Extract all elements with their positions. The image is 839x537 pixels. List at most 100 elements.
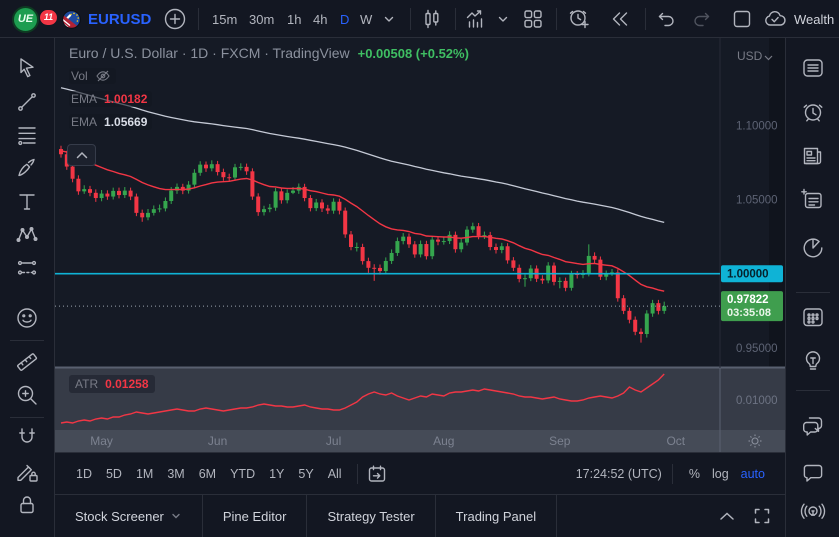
range-6m[interactable]: 6M bbox=[192, 463, 223, 485]
symbol-description[interactable]: Euro / U.S. Dollar · 1D · FXCM · Trading… bbox=[69, 45, 350, 61]
calendar-icon[interactable] bbox=[796, 300, 830, 334]
eye-off-icon[interactable] bbox=[95, 69, 111, 83]
watchlist-icon[interactable] bbox=[796, 51, 830, 85]
rail-divider bbox=[796, 390, 830, 391]
volume-legend-row[interactable]: Vol bbox=[69, 68, 116, 84]
bar-replay-icon[interactable] bbox=[608, 0, 632, 38]
tab-strategy-tester[interactable]: Strategy Tester bbox=[307, 495, 436, 537]
lock-all-drawings-icon[interactable] bbox=[10, 488, 44, 522]
indicators-icon[interactable] bbox=[464, 0, 488, 38]
brush-tool-icon[interactable] bbox=[10, 151, 44, 185]
ema-fast-value: 1.00182 bbox=[104, 92, 148, 106]
tab-pine-editor[interactable]: Pine Editor bbox=[203, 495, 308, 537]
ema-fast-label: EMA bbox=[71, 92, 98, 106]
range-1d[interactable]: 1D bbox=[69, 463, 99, 485]
symbol-button[interactable]: EURUSD bbox=[62, 0, 151, 38]
auto-scale-toggle[interactable]: auto bbox=[735, 464, 771, 484]
timeframe-30m[interactable]: 30m bbox=[249, 0, 274, 38]
alerts-icon[interactable] bbox=[796, 95, 830, 129]
undo-icon[interactable] bbox=[654, 0, 678, 38]
rail-divider bbox=[10, 340, 44, 341]
range-1y[interactable]: 1Y bbox=[262, 463, 291, 485]
fullscreen-icon[interactable] bbox=[753, 507, 771, 525]
svg-text:May: May bbox=[90, 434, 113, 448]
tab-strategy-tester-label: Strategy Tester bbox=[327, 508, 415, 524]
legend-title-row[interactable]: Euro / U.S. Dollar · 1D · FXCM · Trading… bbox=[69, 45, 469, 61]
svg-text:1.05000: 1.05000 bbox=[736, 195, 778, 207]
range-5d[interactable]: 5D bbox=[99, 463, 129, 485]
measure-ruler-icon[interactable] bbox=[10, 345, 44, 379]
ideas-lightbulb-icon[interactable] bbox=[796, 343, 830, 377]
tab-trading-panel[interactable]: Trading Panel bbox=[436, 495, 558, 537]
public-chats-icon[interactable] bbox=[796, 408, 830, 442]
tab-trading-panel-label: Trading Panel bbox=[455, 508, 537, 524]
symbol-name[interactable]: EURUSD bbox=[88, 11, 151, 28]
tab-stock-screener[interactable]: Stock Screener bbox=[55, 495, 203, 537]
xabcd-pattern-tool-icon[interactable] bbox=[10, 218, 44, 252]
text-tool-icon[interactable] bbox=[10, 185, 44, 219]
layout-grid-icon[interactable] bbox=[521, 0, 545, 38]
svg-text:Sep: Sep bbox=[549, 434, 571, 448]
range-ytd[interactable]: YTD bbox=[223, 463, 262, 485]
change-value: +0.00508 (+0.52%) bbox=[357, 45, 469, 61]
tradingview-app: UE 11 EURUSD 15m 30m 1h 4h D W Wealth US… bbox=[0, 0, 839, 537]
chevron-down-icon bbox=[170, 510, 182, 522]
tab-stock-screener-label: Stock Screener bbox=[75, 508, 164, 524]
news-icon[interactable] bbox=[796, 139, 830, 173]
pie-chart-icon[interactable] bbox=[796, 231, 830, 265]
wealth-label: Wealth bbox=[794, 11, 835, 27]
ema-slow-legend-row[interactable]: EMA 1.05669 bbox=[69, 114, 153, 130]
timeframe-dropdown-chevron-icon[interactable] bbox=[381, 0, 397, 38]
cursor-tool-icon[interactable] bbox=[10, 51, 44, 85]
timeframe-1d-active[interactable]: D bbox=[340, 0, 349, 38]
toolbar-separator bbox=[645, 8, 646, 30]
ema-fast-legend-row[interactable]: EMA 1.00182 bbox=[69, 91, 153, 107]
clock-utc[interactable]: 17:24:52 (UTC) bbox=[576, 467, 662, 481]
eurusd-flag-icon bbox=[62, 9, 81, 29]
atr-legend-row[interactable]: ATR 0.01258 bbox=[69, 375, 155, 393]
ema-slow-value: 1.05669 bbox=[104, 115, 148, 129]
range-5y[interactable]: 5Y bbox=[291, 463, 320, 485]
toolbar-separator bbox=[556, 8, 557, 30]
streams-icon[interactable] bbox=[796, 495, 830, 529]
emoji-tool-icon[interactable] bbox=[10, 301, 44, 335]
rail-divider bbox=[10, 417, 44, 418]
range-all[interactable]: All bbox=[321, 463, 349, 485]
go-to-date-icon[interactable] bbox=[366, 463, 388, 485]
indicators-dropdown-chevron-icon[interactable] bbox=[495, 0, 511, 38]
timeframe-1w[interactable]: W bbox=[360, 0, 372, 38]
svg-text:0.97822: 0.97822 bbox=[727, 294, 769, 306]
broker-logo[interactable]: UE 11 bbox=[12, 0, 57, 38]
toolbar-separator bbox=[356, 463, 358, 484]
log-scale-toggle[interactable]: log bbox=[706, 464, 735, 484]
timeframe-15m[interactable]: 15m bbox=[212, 0, 237, 38]
svg-text:Jul: Jul bbox=[326, 434, 341, 448]
toolbar-separator bbox=[671, 463, 673, 484]
expand-panel-chevron-up-icon[interactable] bbox=[719, 511, 735, 521]
chart-region: USD 1.10000 1.05000 0.95000 0.01000 1.00000 0.… bbox=[55, 38, 785, 452]
svg-text:1.10000: 1.10000 bbox=[736, 120, 778, 132]
percent-scale-toggle[interactable]: % bbox=[683, 464, 706, 484]
cloud-save-status[interactable]: Wealth bbox=[762, 0, 834, 38]
range-3m[interactable]: 3M bbox=[160, 463, 191, 485]
legend-collapse-button[interactable] bbox=[67, 144, 96, 166]
projection-tool-icon[interactable] bbox=[10, 251, 44, 285]
layout-square-icon[interactable] bbox=[730, 0, 754, 38]
timeframe-1h[interactable]: 1h bbox=[287, 0, 301, 38]
tab-pine-editor-label: Pine Editor bbox=[222, 508, 287, 524]
drawing-tools-rail bbox=[0, 38, 55, 537]
symbol-compare-add-button[interactable] bbox=[163, 0, 187, 38]
zoom-in-icon[interactable] bbox=[10, 378, 44, 412]
private-chat-icon[interactable] bbox=[796, 455, 830, 489]
range-1m[interactable]: 1M bbox=[129, 463, 160, 485]
create-alert-icon[interactable] bbox=[566, 0, 592, 38]
magnet-mode-icon[interactable] bbox=[10, 421, 44, 455]
data-window-icon[interactable] bbox=[796, 183, 830, 217]
redo-icon[interactable] bbox=[690, 0, 714, 38]
timeframe-4h[interactable]: 4h bbox=[313, 0, 327, 38]
broker-logo-circle[interactable]: UE 11 bbox=[12, 5, 57, 33]
drawing-mode-lock-icon[interactable] bbox=[10, 455, 44, 489]
fib-retracement-tool-icon[interactable] bbox=[10, 118, 44, 152]
chart-style-candles-icon[interactable] bbox=[420, 0, 444, 38]
trend-line-tool-icon[interactable] bbox=[10, 85, 44, 119]
